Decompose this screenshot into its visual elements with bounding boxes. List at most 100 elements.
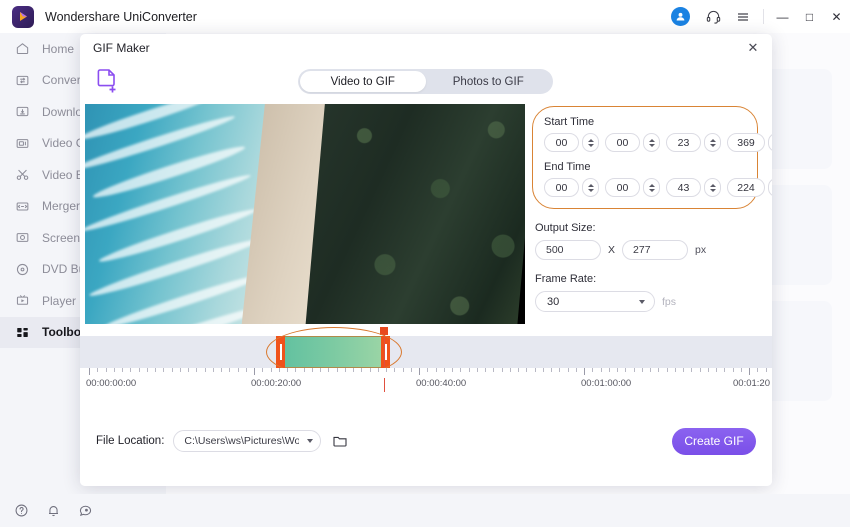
dialog-title: GIF Maker bbox=[93, 41, 150, 55]
start-time-label: Start Time bbox=[544, 116, 595, 128]
help-circle-icon[interactable] bbox=[14, 503, 29, 518]
start-hours-stepper[interactable] bbox=[582, 133, 599, 152]
app-window: Wondershare UniConverter — □ ✕ Home Conv… bbox=[0, 0, 850, 527]
minimize-button[interactable]: — bbox=[769, 0, 796, 33]
wondershare-logo-icon bbox=[12, 5, 34, 28]
ruler-tick-minor bbox=[600, 368, 602, 372]
file-location-value: C:\Users\ws\Pictures\Wonders bbox=[184, 435, 299, 447]
start-hours-input[interactable]: 00 bbox=[544, 133, 579, 152]
end-seconds-stepper[interactable] bbox=[704, 178, 721, 197]
ruler-tick-minor bbox=[369, 368, 371, 372]
add-file-icon[interactable] bbox=[95, 67, 121, 95]
titlebar-divider bbox=[763, 9, 764, 24]
frame-rate-select[interactable]: 30 bbox=[535, 291, 655, 312]
ruler-tick-minor bbox=[188, 368, 189, 372]
end-time-row: 00 00 43 224 bbox=[544, 178, 772, 197]
title-bar-controls: — □ ✕ bbox=[668, 0, 850, 33]
timeline-track[interactable] bbox=[80, 336, 772, 368]
start-minutes-input[interactable]: 00 bbox=[605, 133, 640, 152]
end-time-label: End Time bbox=[544, 161, 591, 173]
ruler-tick-minor bbox=[287, 368, 288, 372]
dialog-toolbar: Video to GIF Photos to GIF bbox=[80, 63, 772, 104]
ruler-tick-minor bbox=[146, 368, 148, 372]
ruler-tick-minor bbox=[658, 368, 660, 372]
screen-recorder-icon bbox=[14, 229, 31, 246]
ruler-tick-minor bbox=[320, 368, 321, 372]
sidebar-item-label: Player bbox=[42, 293, 77, 308]
ruler-tick-minor bbox=[641, 368, 643, 372]
folder-icon[interactable] bbox=[330, 431, 350, 451]
ruler-tick-minor bbox=[575, 368, 577, 372]
end-milliseconds-input[interactable]: 224 bbox=[727, 178, 765, 197]
start-seconds-input[interactable]: 23 bbox=[666, 133, 701, 152]
ruler-tick-minor bbox=[468, 368, 470, 372]
headset-icon[interactable] bbox=[698, 0, 728, 33]
notification-bell-icon[interactable] bbox=[46, 503, 61, 518]
end-milliseconds-stepper[interactable] bbox=[768, 178, 772, 197]
ruler-label: 00:00:20:00 bbox=[251, 378, 302, 389]
title-bar: Wondershare UniConverter — □ ✕ bbox=[0, 0, 850, 33]
end-seconds-input[interactable]: 43 bbox=[666, 178, 701, 197]
merger-icon bbox=[14, 198, 31, 215]
ruler-tick-minor bbox=[394, 368, 396, 372]
size-separator: X bbox=[608, 244, 616, 256]
feedback-chat-icon[interactable] bbox=[78, 503, 93, 518]
maximize-button[interactable]: □ bbox=[796, 0, 823, 33]
output-height-input[interactable]: 277 bbox=[622, 240, 689, 260]
ruler-tick-minor bbox=[542, 368, 544, 372]
ruler-tick-minor bbox=[526, 368, 528, 372]
create-gif-button[interactable]: Create GIF bbox=[672, 427, 756, 455]
user-account-icon[interactable] bbox=[668, 0, 698, 33]
ruler-tick-major bbox=[254, 368, 255, 375]
ruler-tick-minor bbox=[204, 368, 206, 372]
ruler-tick-minor bbox=[97, 368, 99, 372]
start-seconds-stepper[interactable] bbox=[704, 133, 721, 152]
chevron-down-icon bbox=[307, 439, 314, 443]
video-preview[interactable] bbox=[85, 104, 525, 352]
close-icon[interactable]: ✕ bbox=[743, 38, 763, 58]
ruler-tick-minor bbox=[559, 368, 561, 372]
size-unit-label: px bbox=[695, 244, 707, 256]
ruler-tick-minor bbox=[229, 368, 231, 372]
start-milliseconds-stepper[interactable] bbox=[768, 133, 772, 152]
ruler-tick-minor bbox=[122, 368, 123, 372]
ruler-tick-minor bbox=[674, 368, 676, 372]
ruler-tick-minor bbox=[509, 368, 511, 372]
start-minutes-stepper[interactable] bbox=[643, 133, 660, 152]
file-location-select[interactable]: C:\Users\ws\Pictures\Wonders bbox=[173, 430, 322, 452]
tab-photos-to-gif[interactable]: Photos to GIF bbox=[426, 71, 552, 92]
frame-rate-value: 30 bbox=[547, 295, 560, 308]
start-milliseconds-input[interactable]: 369 bbox=[727, 133, 765, 152]
ruler-label: 00:00:00:00 bbox=[86, 378, 137, 389]
ruler-tick-minor bbox=[691, 368, 693, 372]
time-range-group: Start Time 00 00 23 369 End Time 00 00 4… bbox=[532, 106, 772, 209]
status-bar bbox=[0, 494, 850, 527]
ruler-label: 00:00:40:00 bbox=[416, 378, 467, 389]
ruler-tick-minor bbox=[130, 368, 132, 372]
close-button[interactable]: ✕ bbox=[823, 0, 850, 33]
timeline: 00:00:00:00 00:00:20:00 00:00:40:00 00:0… bbox=[80, 324, 772, 396]
ruler-tick-minor bbox=[328, 368, 330, 372]
end-hours-input[interactable]: 00 bbox=[544, 178, 579, 197]
hamburger-menu-icon[interactable] bbox=[728, 0, 758, 33]
end-hours-stepper[interactable] bbox=[582, 178, 599, 197]
ruler-tick-minor bbox=[336, 368, 338, 372]
ruler-tick-minor bbox=[344, 368, 346, 372]
frame-rate-row: 30 fps bbox=[532, 291, 758, 312]
app-title: Wondershare UniConverter bbox=[45, 9, 197, 24]
ruler-tick-minor bbox=[757, 368, 759, 372]
end-minutes-stepper[interactable] bbox=[643, 178, 660, 197]
ruler-tick-minor bbox=[724, 368, 726, 372]
ruler-label: 00:01:20 bbox=[733, 378, 770, 389]
converter-icon bbox=[14, 72, 31, 89]
output-width-input[interactable]: 500 bbox=[535, 240, 601, 260]
dialog-footer: File Location: C:\Users\ws\Pictures\Wond… bbox=[80, 396, 772, 486]
ruler-tick-major bbox=[89, 368, 90, 375]
ruler-tick-minor bbox=[295, 368, 297, 372]
ruler-tick-minor bbox=[402, 368, 404, 372]
tab-video-to-gif[interactable]: Video to GIF bbox=[300, 71, 426, 92]
ruler-label: 00:01:00:00 bbox=[581, 378, 632, 389]
ruler-tick-minor bbox=[633, 368, 635, 372]
ruler-tick-minor bbox=[262, 368, 264, 372]
end-minutes-input[interactable]: 00 bbox=[605, 178, 640, 197]
